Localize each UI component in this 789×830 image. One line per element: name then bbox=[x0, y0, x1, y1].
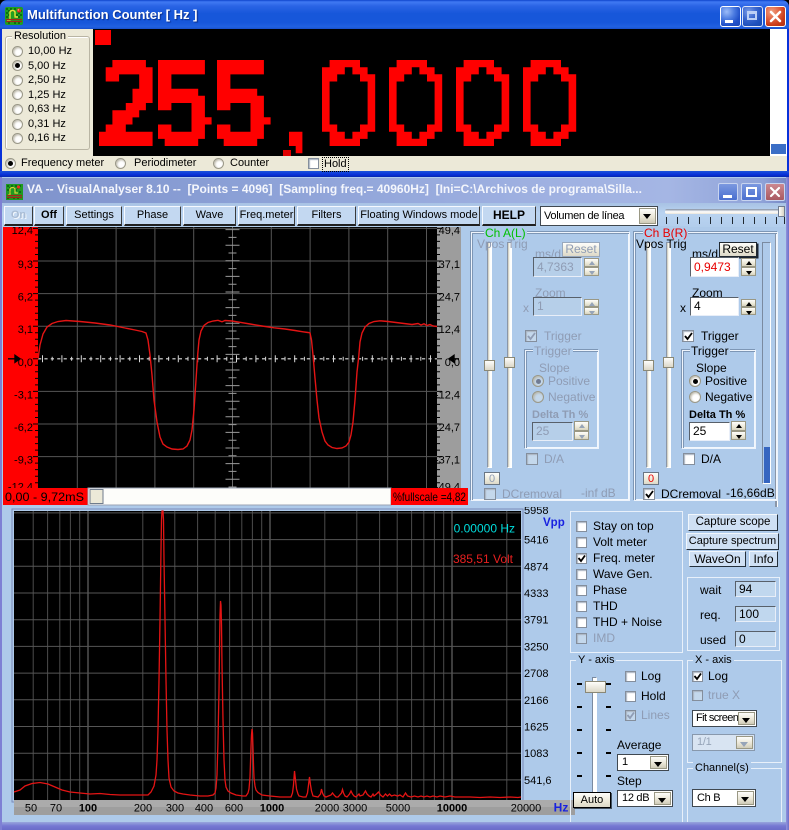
svg-text:20000: 20000 bbox=[511, 803, 542, 815]
svg-text:3250: 3250 bbox=[524, 641, 548, 653]
svg-text:70: 70 bbox=[50, 803, 62, 815]
svg-text:385,51 Volt: 385,51 Volt bbox=[453, 552, 514, 566]
svg-text:-3,1: -3,1 bbox=[14, 389, 33, 401]
svg-text:200: 200 bbox=[134, 803, 152, 815]
svg-text:2708: 2708 bbox=[524, 668, 548, 680]
svg-text:12,4: 12,4 bbox=[12, 227, 33, 237]
svg-text:5958: 5958 bbox=[524, 507, 548, 517]
svg-text:3,1: 3,1 bbox=[18, 324, 33, 336]
svg-text:0,00 - 9,72mS: 0,00 - 9,72mS bbox=[5, 490, 84, 504]
svg-text:50: 50 bbox=[25, 803, 37, 815]
svg-text:3000: 3000 bbox=[343, 803, 367, 815]
svg-text:1625: 1625 bbox=[524, 722, 548, 734]
svg-text:2000: 2000 bbox=[315, 803, 339, 815]
svg-text:5416: 5416 bbox=[524, 535, 548, 547]
svg-text:1000: 1000 bbox=[260, 803, 284, 815]
svg-text:400: 400 bbox=[195, 803, 213, 815]
svg-text:-9,3: -9,3 bbox=[14, 455, 33, 467]
svg-text:%fullscale =4,82: %fullscale =4,82 bbox=[393, 490, 466, 504]
svg-text:4333: 4333 bbox=[524, 588, 548, 600]
svg-text:4874: 4874 bbox=[524, 561, 548, 573]
svg-text:3791: 3791 bbox=[524, 615, 548, 627]
svg-text:600: 600 bbox=[225, 803, 243, 815]
svg-text:2166: 2166 bbox=[524, 695, 548, 707]
svg-text:6,2: 6,2 bbox=[18, 292, 33, 304]
svg-text:Hz: Hz bbox=[554, 801, 569, 815]
svg-text:Vpp: Vpp bbox=[543, 517, 565, 529]
svg-text:300: 300 bbox=[166, 803, 184, 815]
svg-text:10000: 10000 bbox=[437, 803, 468, 815]
svg-text:5000: 5000 bbox=[386, 803, 410, 815]
svg-text:541,6: 541,6 bbox=[524, 775, 552, 787]
svg-text:100: 100 bbox=[79, 803, 97, 815]
svg-text:-6,2: -6,2 bbox=[14, 422, 33, 434]
svg-text:1083: 1083 bbox=[524, 748, 548, 760]
svg-text:0.00000 Hz: 0.00000 Hz bbox=[454, 522, 515, 536]
svg-text:9,3: 9,3 bbox=[18, 259, 33, 271]
